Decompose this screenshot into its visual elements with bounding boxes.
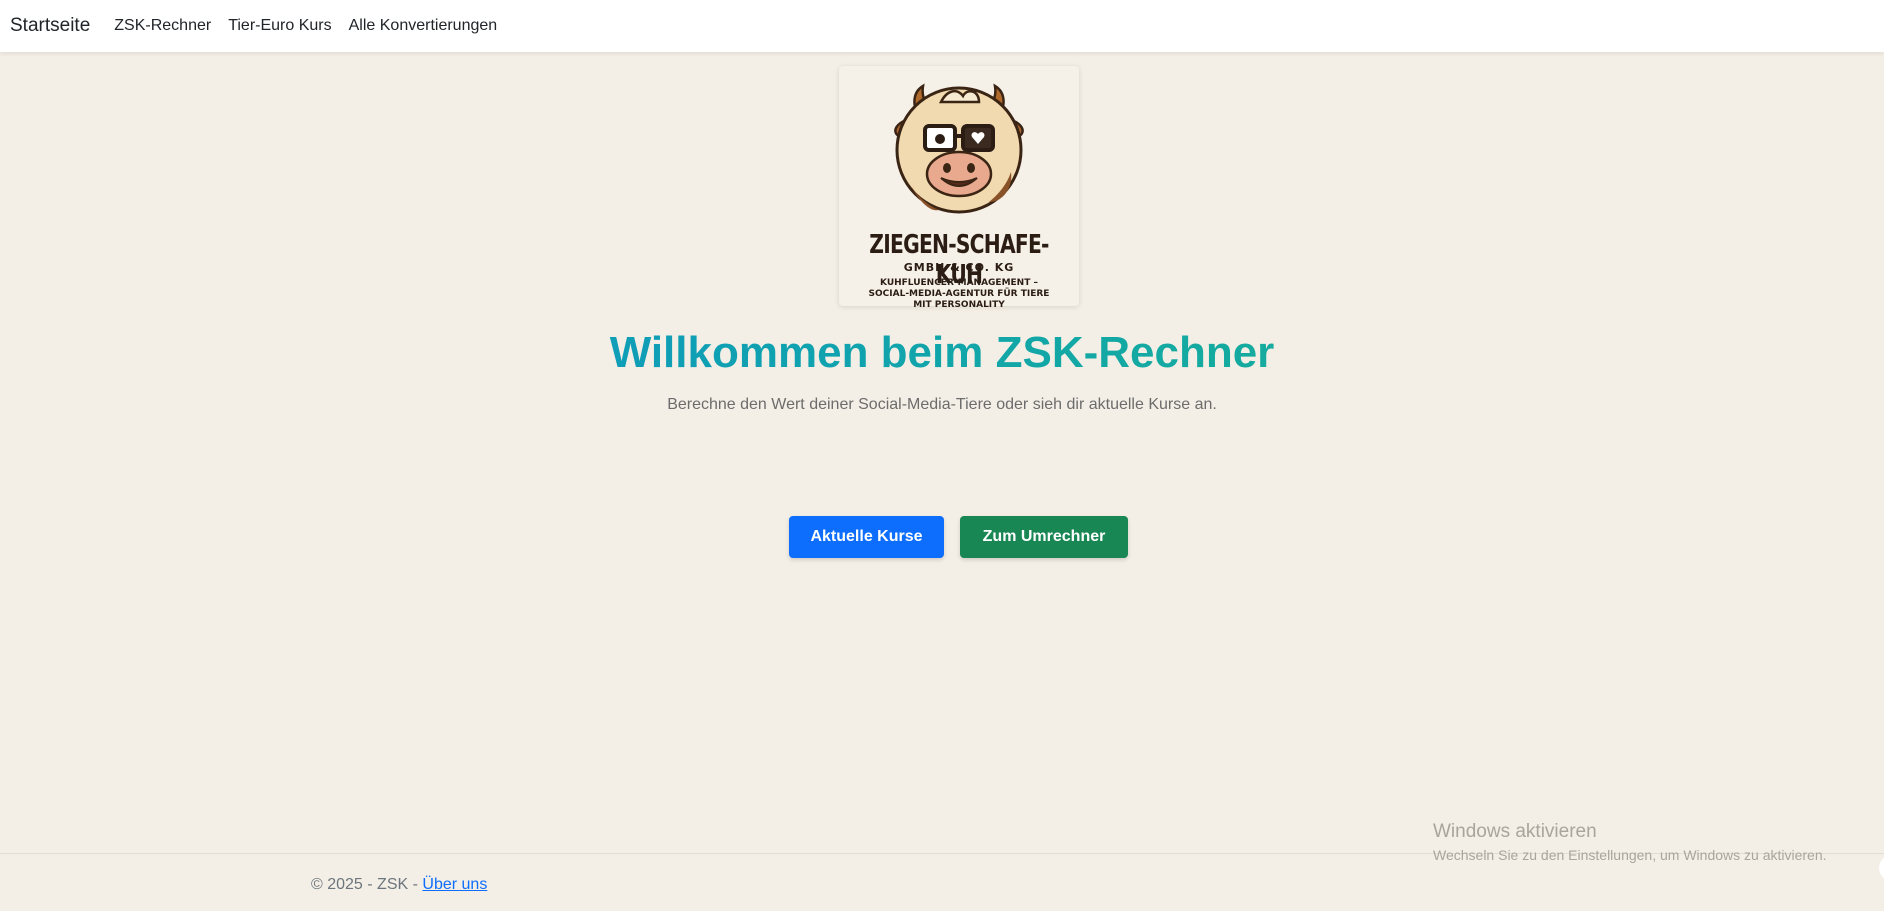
footer: © 2025 - ZSK - Über uns [311,876,487,894]
footer-copyright: © 2025 - ZSK - [311,876,423,893]
logo-tagline-line1: KUHFLUENCER-MANAGEMENT – [880,278,1038,288]
watermark-subtitle: Wechseln Sie zu den Einstellungen, um Wi… [1433,847,1827,863]
page-lead-text: Berechne den Wert deiner Social-Media-Ti… [667,396,1217,413]
page-title: Willkommen beim ZSK-Rechner [0,328,1884,378]
logo-tagline-line2: SOCIAL-MEDIA-AGENTUR FÜR TIERE [868,289,1050,299]
current-rates-button[interactable]: Aktuelle Kurse [789,516,944,558]
nav-link-zsk-rechner[interactable]: ZSK-Rechner [114,17,211,35]
cow-mascot-icon [894,83,1024,214]
company-logo: ZIEGEN-SCHAFE-KUH GMBH & CO. KG KUHFLUEN… [839,66,1079,310]
about-us-link[interactable]: Über uns [422,876,487,893]
watermark-title: Windows aktivieren [1433,821,1597,842]
top-navbar: Startseite ZSK-Rechner Tier-Euro Kurs Al… [0,0,1884,52]
nav-brand-startseite[interactable]: Startseite [10,15,90,37]
nav-link-alle-konvertierungen[interactable]: Alle Konvertierungen [349,17,498,35]
edge-circle-icon [1879,855,1884,881]
logo-subtitle: GMBH & CO. KG [903,261,1015,274]
nav-link-tier-euro-kurs[interactable]: Tier-Euro Kurs [228,17,331,35]
converter-button[interactable]: Zum Umrechner [960,516,1128,558]
logo-tagline: KUHFLUENCER-MANAGEMENT – SOCIAL-MEDIA-AG… [854,278,1064,311]
logo-tagline-line3: MIT PERSONALITY [913,300,1005,310]
windows-activation-watermark: Windows aktivieren Wechseln Sie zu den E… [1433,821,1827,863]
